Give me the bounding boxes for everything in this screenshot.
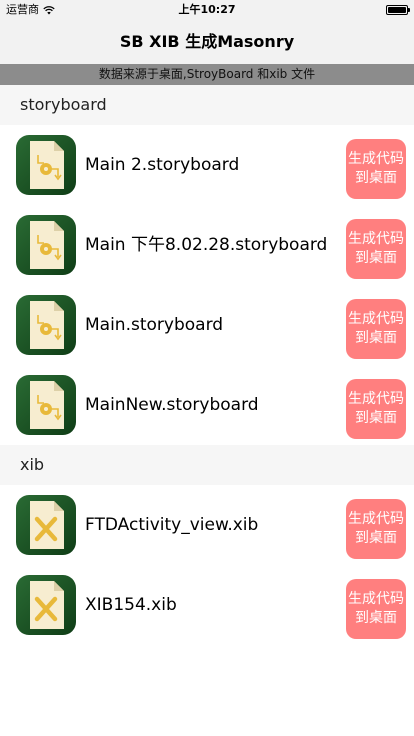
list-item[interactable]: MainNew.storyboard 生成代码到桌面: [0, 365, 414, 445]
status-time: 上午10:27: [178, 3, 236, 16]
xib-file-icon: [16, 575, 76, 635]
generate-code-button[interactable]: 生成代码到桌面: [346, 219, 406, 279]
list-item[interactable]: XIB154.xib 生成代码到桌面: [0, 565, 414, 645]
file-name: XIB154.xib: [85, 595, 177, 615]
generate-code-button[interactable]: 生成代码到桌面: [346, 139, 406, 199]
storyboard-file-icon: [16, 295, 76, 355]
generate-code-button[interactable]: 生成代码到桌面: [346, 579, 406, 639]
storyboard-file-icon: [16, 135, 76, 195]
generate-code-button[interactable]: 生成代码到桌面: [346, 379, 406, 439]
info-banner: 数据来源于桌面,StroyBoard 和xib 文件: [0, 64, 414, 85]
file-name: Main 下午8.02.28.storyboard: [85, 235, 328, 255]
storyboard-file-icon: [16, 375, 76, 435]
section-header-storyboard: storyboard: [0, 85, 414, 125]
file-name: MainNew.storyboard: [85, 395, 259, 415]
page-title: SB XIB 生成Masonry: [119, 32, 295, 51]
navigation-bar: SB XIB 生成Masonry: [0, 20, 414, 64]
list-item[interactable]: FTDActivity_view.xib 生成代码到桌面: [0, 485, 414, 565]
storyboard-file-icon: [16, 215, 76, 275]
section-title: xib: [20, 455, 45, 474]
generate-code-button[interactable]: 生成代码到桌面: [346, 499, 406, 559]
file-name: Main 2.storyboard: [85, 155, 240, 175]
file-name: FTDActivity_view.xib: [85, 515, 259, 535]
section-title: storyboard: [20, 95, 107, 114]
file-name: Main.storyboard: [85, 315, 224, 335]
list-item[interactable]: Main.storyboard 生成代码到桌面: [0, 285, 414, 365]
section-header-xib: xib: [0, 445, 414, 485]
battery-icon: [386, 5, 410, 15]
xib-file-icon: [16, 495, 76, 555]
list-item[interactable]: Main 2.storyboard 生成代码到桌面: [0, 125, 414, 205]
status-bar: 运营商 上午10:27: [0, 0, 414, 20]
list-item[interactable]: Main 下午8.02.28.storyboard 生成代码到桌面: [0, 205, 414, 285]
generate-code-button[interactable]: 生成代码到桌面: [346, 299, 406, 359]
